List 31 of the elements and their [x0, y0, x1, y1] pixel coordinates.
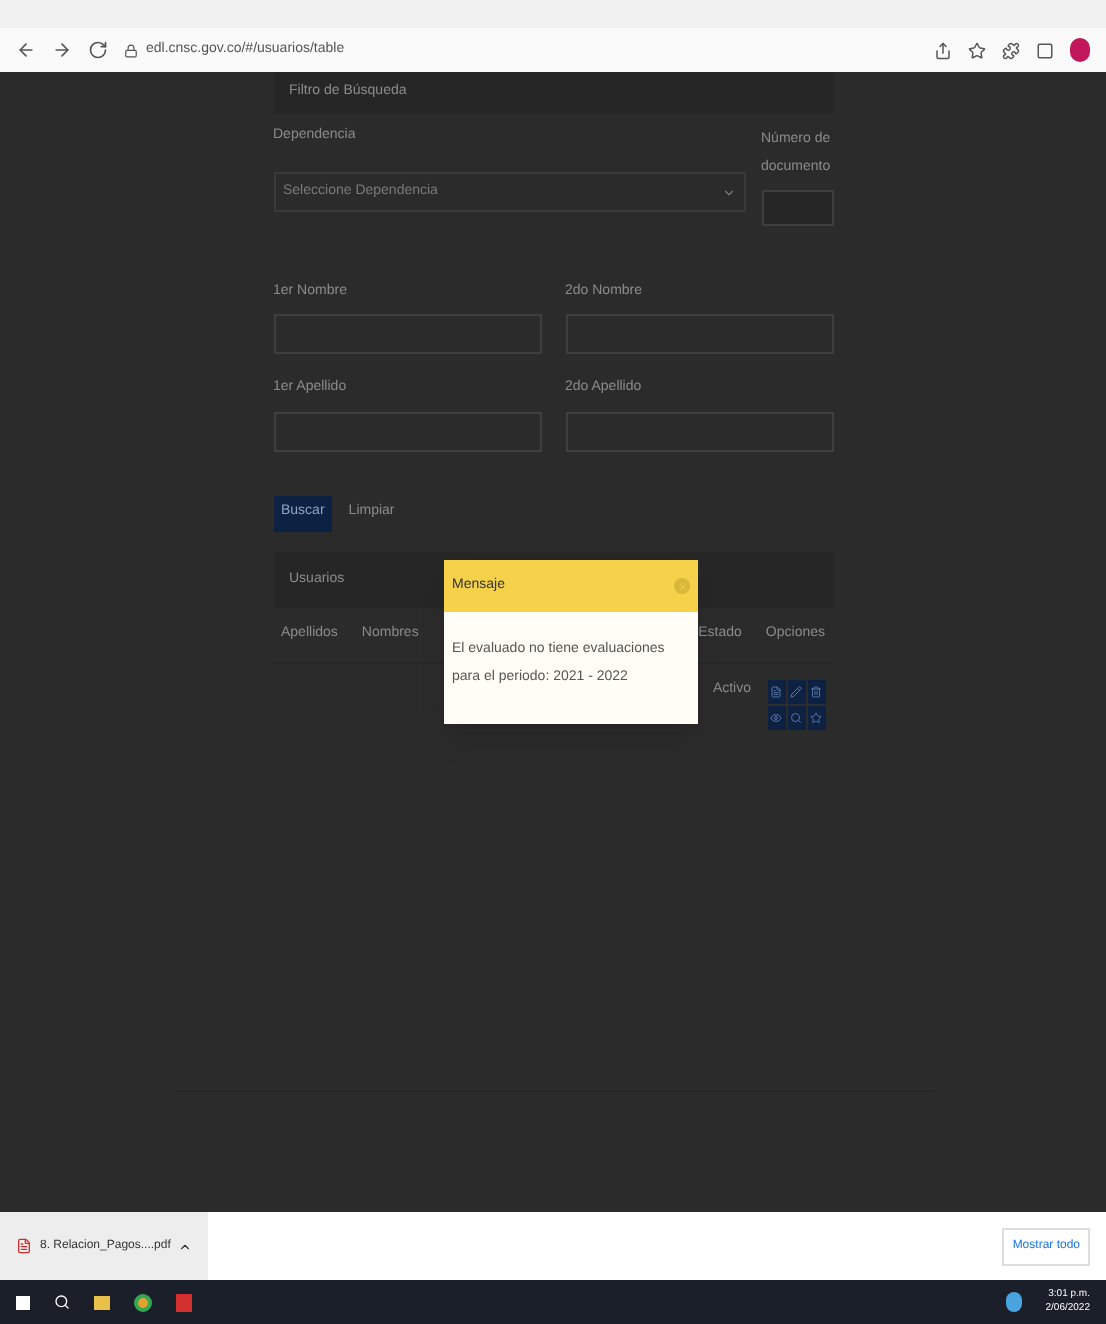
action-icon — [810, 711, 822, 723]
panel-icon[interactable] — [1036, 41, 1054, 59]
puzzle-icon[interactable] — [1002, 41, 1020, 59]
share-icon[interactable] — [934, 41, 952, 59]
action-icon — [770, 711, 782, 723]
forward-icon[interactable] — [52, 40, 72, 60]
star-icon[interactable] — [968, 41, 986, 59]
lock-icon — [124, 43, 138, 57]
action-button[interactable] — [767, 705, 785, 729]
windows-icon[interactable] — [16, 1295, 30, 1309]
pdf-icon — [16, 1238, 32, 1254]
action-icon — [790, 685, 802, 697]
document-field[interactable] — [761, 189, 833, 225]
action-icon — [770, 685, 782, 697]
action-button[interactable] — [807, 679, 825, 703]
profile-avatar[interactable] — [1070, 38, 1090, 62]
action-button[interactable] — [787, 679, 805, 703]
folder-icon[interactable] — [94, 1295, 110, 1309]
action-button[interactable] — [767, 679, 785, 703]
back-icon[interactable] — [16, 40, 36, 60]
action-icon — [790, 711, 802, 723]
action-button[interactable] — [787, 705, 805, 729]
caret-icon — [178, 1239, 193, 1253]
action-button[interactable] — [807, 705, 825, 729]
search-icon[interactable] — [54, 1294, 70, 1310]
status-icon — [1005, 1292, 1022, 1312]
pdf-app-icon[interactable] — [176, 1293, 192, 1311]
action-icon — [810, 685, 822, 697]
browser-icon[interactable] — [134, 1293, 152, 1311]
reload-icon[interactable] — [88, 40, 108, 60]
caret-icon — [721, 185, 735, 199]
